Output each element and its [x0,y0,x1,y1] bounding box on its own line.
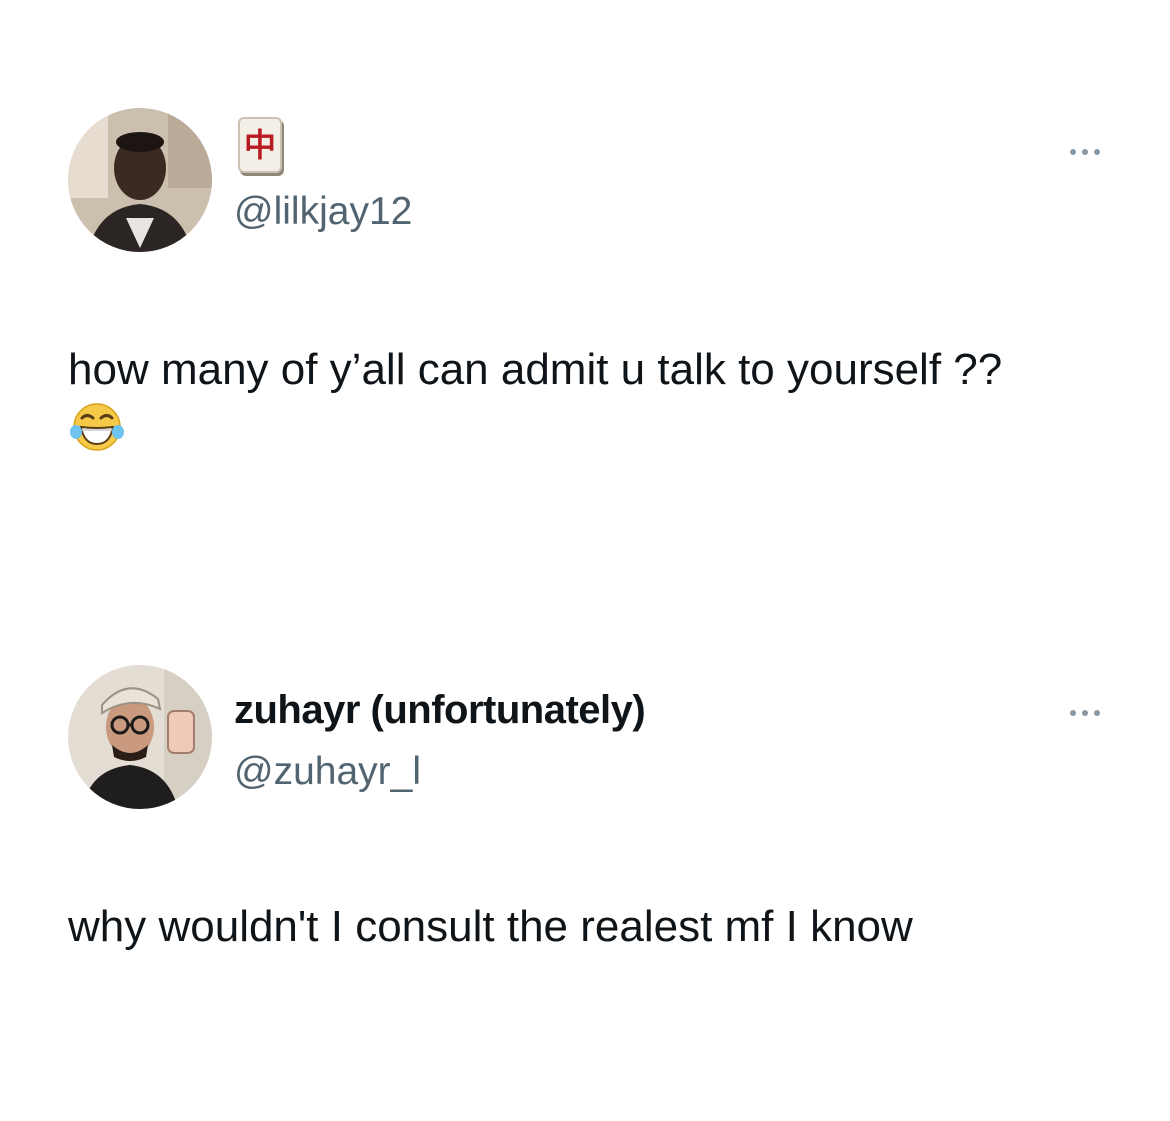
tweet-card[interactable]: 中 @lilkjay12 how many of y’all can admit… [0,100,1170,500]
badge-glyph: 中 [243,126,276,164]
user-handle[interactable]: @zuhayr_l [234,750,421,794]
more-options-button[interactable] [1055,137,1115,167]
more-options-button[interactable] [1055,698,1115,728]
display-name[interactable]: zuhayr (unfortunately) [234,688,646,733]
name-row: zuhayr (unfortunately) [234,685,646,735]
profile-photo-icon [68,108,212,252]
avatar[interactable] [68,665,212,809]
tweet-body: why wouldn't I consult the realest mf I … [68,902,913,951]
profile-photo-icon [68,665,212,809]
more-options-dot [1094,149,1100,155]
more-options-icon [1070,710,1076,716]
name-row: 中 [234,117,282,173]
more-options-dot [1094,710,1100,716]
mahjong-red-dragon-icon: 中 [238,117,282,173]
tweet-body: how many of y’all can admit u talk to yo… [68,345,1003,394]
more-options-icon [1070,149,1076,155]
more-options-dot [1082,149,1088,155]
avatar[interactable] [68,108,212,252]
tweet-card[interactable]: zuhayr (unfortunately) @zuhayr_l why wou… [0,665,1170,1065]
user-handle[interactable]: @lilkjay12 [234,190,412,234]
tweet-text: how many of y’all can admit u talk to yo… [68,340,1028,460]
tweet-text: why wouldn't I consult the realest mf I … [68,897,1028,957]
more-options-dot [1082,710,1088,716]
face-with-tears-of-joy-icon [70,400,124,454]
